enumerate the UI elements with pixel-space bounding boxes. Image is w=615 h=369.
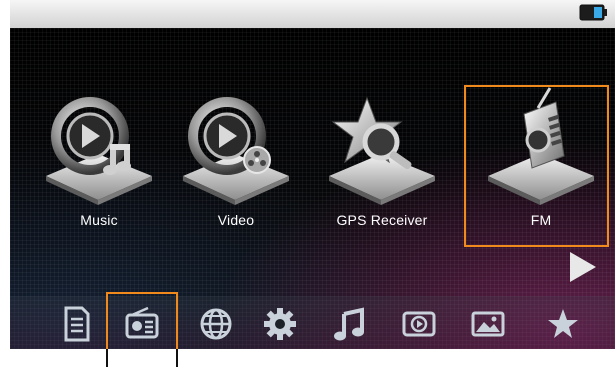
video-app-icon <box>183 97 289 205</box>
music-note-icon <box>334 307 364 341</box>
home-screen: Music Video GPS Receiver FM <box>10 28 615 349</box>
dock-item-music[interactable] <box>332 306 368 342</box>
app-label-video: Video <box>217 212 255 228</box>
selected-app-highlight <box>464 85 609 247</box>
app-label-gps-receiver: GPS Receiver <box>336 212 428 228</box>
callout-line-left <box>106 349 108 367</box>
status-bar <box>10 0 615 28</box>
callout-line-right <box>176 349 178 367</box>
document-icon <box>64 306 90 342</box>
dock-item-favorites[interactable] <box>545 306 581 342</box>
app-label-music: Music <box>80 212 118 228</box>
app-gps-receiver[interactable]: GPS Receiver <box>311 84 453 244</box>
globe-icon <box>200 308 232 340</box>
battery-icon <box>579 4 607 21</box>
selected-dock-highlight <box>106 292 178 349</box>
video-play-icon <box>402 311 436 337</box>
device-frame: Music Video GPS Receiver FM <box>0 0 615 369</box>
dock-item-internet[interactable] <box>198 306 234 342</box>
dock-item-video[interactable] <box>401 306 437 342</box>
dock-item-settings[interactable] <box>262 306 298 342</box>
dock-item-documents[interactable] <box>58 306 94 342</box>
star-icon <box>548 309 578 338</box>
app-video[interactable]: Video <box>165 84 307 244</box>
settings-gear-icon <box>264 308 296 340</box>
next-page-arrow-icon[interactable] <box>568 250 598 284</box>
dock-bar <box>10 296 615 349</box>
app-music[interactable]: Music <box>28 84 170 244</box>
gps-receiver-app-icon <box>329 96 435 205</box>
picture-icon <box>471 311 505 337</box>
music-app-icon <box>46 97 152 205</box>
dock-item-pictures[interactable] <box>470 306 506 342</box>
